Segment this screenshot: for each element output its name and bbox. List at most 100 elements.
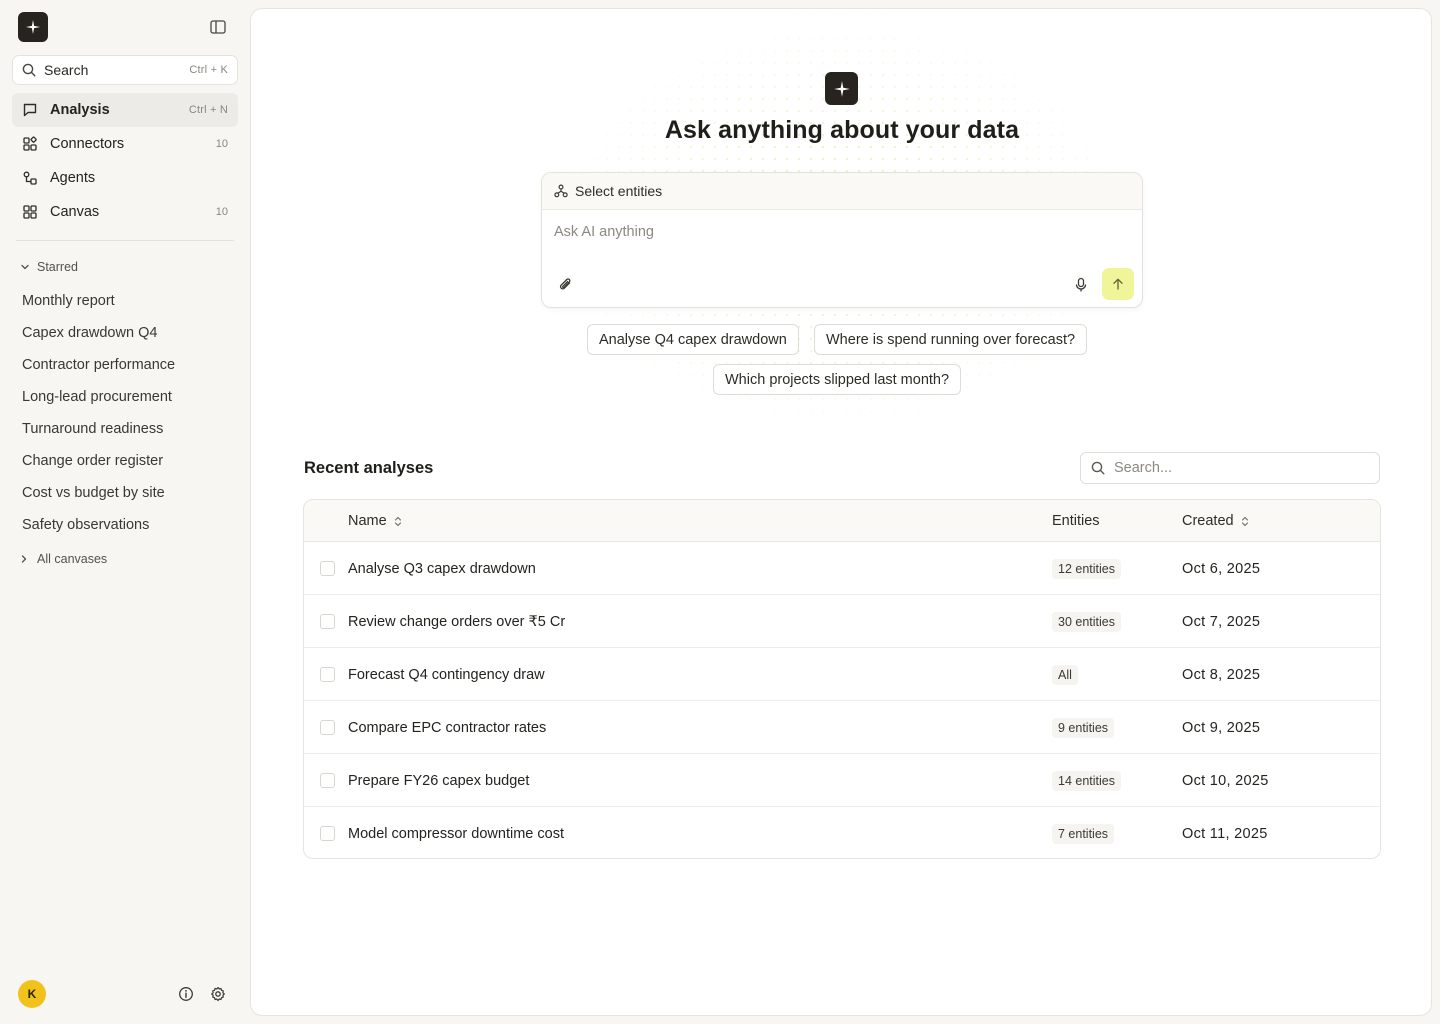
sidebar: Search Ctrl + K Analysis Ctrl + N Connec… <box>0 0 250 1024</box>
info-icon <box>179 987 193 1001</box>
sparkle-icon <box>833 80 850 97</box>
starred-list: Monthly report Capex drawdown Q4 Contrac… <box>12 285 238 541</box>
microphone-icon <box>1075 277 1087 292</box>
column-name-label: Name <box>348 513 387 529</box>
starred-item[interactable]: Cost vs budget by site <box>12 477 238 509</box>
nav-item-canvas[interactable]: Canvas 10 <box>12 195 238 229</box>
suggestion-chip[interactable]: Where is spend running over forecast? <box>814 324 1088 355</box>
row-checkbox[interactable] <box>320 773 335 788</box>
row-created: Oct 11, 2025 <box>1182 825 1268 842</box>
row-name[interactable]: Analyse Q3 capex drawdown <box>348 542 536 595</box>
sidebar-panel-icon <box>210 20 226 34</box>
nav-label: Agents <box>50 170 96 186</box>
nav-label: Analysis <box>50 102 110 118</box>
info-button[interactable] <box>177 985 195 1003</box>
sort-icon[interactable] <box>1241 516 1249 527</box>
recent-search-input[interactable] <box>1114 460 1364 476</box>
sort-icon[interactable] <box>394 516 402 527</box>
sidebar-search[interactable]: Search Ctrl + K <box>12 55 238 85</box>
row-name[interactable]: Review change orders over ₹5 Cr <box>348 595 565 648</box>
settings-button[interactable] <box>209 985 227 1003</box>
nav-count: 10 <box>215 206 228 218</box>
row-name[interactable]: Forecast Q4 contingency draw <box>348 648 545 701</box>
search-icon <box>22 63 36 77</box>
sidebar-toggle-button[interactable] <box>206 16 230 38</box>
column-entities: Entities <box>1052 500 1100 542</box>
entities-badge: 14 entities <box>1052 771 1121 791</box>
recent-analyses-title: Recent analyses <box>304 459 434 477</box>
starred-item[interactable]: Monthly report <box>12 285 238 317</box>
send-button[interactable] <box>1102 268 1134 300</box>
select-entities-button[interactable]: Select entities <box>542 173 1142 210</box>
row-checkbox[interactable] <box>320 826 335 841</box>
nav-label: Canvas <box>50 204 100 220</box>
paperclip-icon <box>559 278 571 290</box>
row-checkbox[interactable] <box>320 614 335 629</box>
column-entities-label: Entities <box>1052 513 1100 529</box>
sidebar-divider <box>16 240 234 241</box>
starred-item[interactable]: Capex drawdown Q4 <box>12 317 238 349</box>
table-row[interactable]: Review change orders over ₹5 Cr 30 entit… <box>304 595 1380 648</box>
row-created: Oct 6, 2025 <box>1182 560 1261 577</box>
select-entities-label: Select entities <box>575 183 663 199</box>
entities-badge: 9 entities <box>1052 718 1115 738</box>
column-created[interactable]: Created <box>1182 500 1249 542</box>
arrow-up-icon <box>1113 278 1123 290</box>
starred-item[interactable]: Safety observations <box>12 509 238 541</box>
all-canvases-toggle[interactable]: All canvases <box>20 550 107 568</box>
prompt-composer: Select entities <box>541 172 1143 308</box>
starred-item[interactable]: Contractor performance <box>12 349 238 381</box>
chat-bubble-icon <box>23 103 37 117</box>
nav-item-analysis[interactable]: Analysis Ctrl + N <box>12 93 238 127</box>
chevron-right-icon <box>21 555 27 563</box>
table-row[interactable]: Model compressor downtime cost 7 entitie… <box>304 807 1380 858</box>
suggestion-chip[interactable]: Analyse Q4 capex drawdown <box>587 324 799 355</box>
starred-item[interactable]: Change order register <box>12 445 238 477</box>
nav-count: 10 <box>215 138 228 150</box>
connectors-icon <box>23 136 37 151</box>
nav-item-connectors[interactable]: Connectors 10 <box>12 127 238 161</box>
agents-icon <box>23 171 37 185</box>
search-shortcut: Ctrl + K <box>189 64 228 76</box>
user-avatar[interactable]: K <box>18 980 46 1008</box>
row-created: Oct 10, 2025 <box>1182 772 1269 789</box>
prompt-input[interactable] <box>554 224 1114 240</box>
entities-badge: 7 entities <box>1052 824 1115 844</box>
table-row[interactable]: Compare EPC contractor rates 9 entities … <box>304 701 1380 754</box>
column-name[interactable]: Name <box>348 500 402 542</box>
starred-section-label: Starred <box>37 260 78 274</box>
grid-icon <box>23 205 37 219</box>
table-row[interactable]: Analyse Q3 capex drawdown 12 entities Oc… <box>304 542 1380 595</box>
recent-analyses-table: Name Entities Created Analyse Q3 capex d… <box>303 499 1381 859</box>
recent-search <box>1080 452 1380 484</box>
table-row[interactable]: Forecast Q4 contingency draw All Oct 8, … <box>304 648 1380 701</box>
nav-item-agents[interactable]: Agents <box>12 161 238 195</box>
nav-shortcut: Ctrl + N <box>188 104 228 116</box>
row-name[interactable]: Prepare FY26 capex budget <box>348 754 529 807</box>
entities-badge: 30 entities <box>1052 612 1121 632</box>
suggestion-chip[interactable]: Which projects slipped last month? <box>713 364 962 395</box>
starred-section-toggle[interactable]: Starred <box>20 258 78 276</box>
row-checkbox[interactable] <box>320 667 335 682</box>
attach-button[interactable] <box>556 275 576 295</box>
microphone-button[interactable] <box>1071 275 1091 295</box>
starred-item[interactable]: Long-lead procurement <box>12 381 238 413</box>
chevron-down-icon <box>21 264 29 270</box>
row-name[interactable]: Model compressor downtime cost <box>348 807 564 858</box>
row-checkbox[interactable] <box>320 561 335 576</box>
starred-item[interactable]: Turnaround readiness <box>12 413 238 445</box>
main-panel: Ask anything about your data Select enti… <box>250 8 1432 1016</box>
entities-icon <box>554 184 568 198</box>
row-checkbox[interactable] <box>320 720 335 735</box>
sparkle-icon <box>26 20 40 34</box>
gear-icon <box>211 986 225 1002</box>
row-name[interactable]: Compare EPC contractor rates <box>348 701 546 754</box>
table-row[interactable]: Prepare FY26 capex budget 14 entities Oc… <box>304 754 1380 807</box>
hero-title: Ask anything about your data <box>664 116 1020 144</box>
entities-badge: 12 entities <box>1052 559 1121 579</box>
nav-label: Connectors <box>50 136 125 152</box>
hero-logo <box>825 72 858 105</box>
app-logo[interactable] <box>18 12 48 42</box>
row-created: Oct 8, 2025 <box>1182 666 1261 683</box>
sidebar-search-label: Search <box>44 62 89 78</box>
